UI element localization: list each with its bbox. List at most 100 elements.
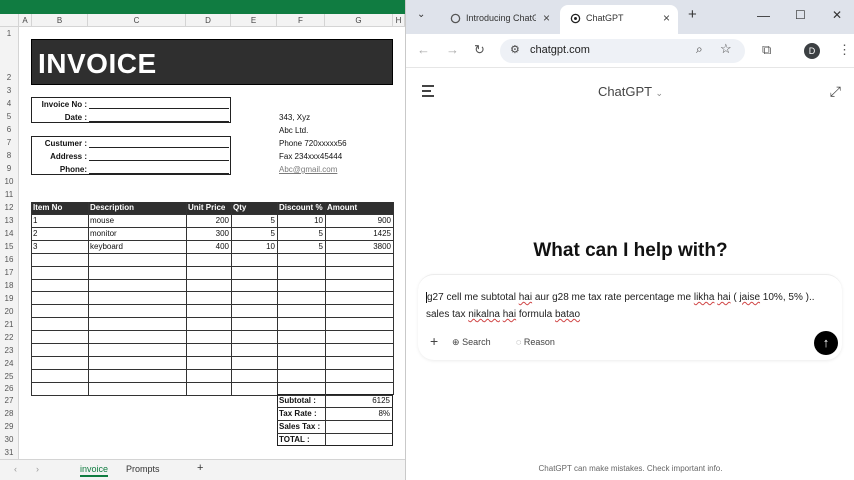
send-button[interactable]: ↑ — [814, 331, 838, 355]
column-header-b[interactable]: B — [32, 14, 88, 27]
tab-search-icon[interactable]: ⌄ — [417, 9, 425, 20]
row-header[interactable]: 31 — [0, 448, 18, 457]
column-header-a[interactable]: A — [19, 14, 32, 27]
tax-rate-value[interactable]: 8% — [325, 409, 390, 418]
select-all-corner[interactable] — [0, 14, 19, 27]
row-header[interactable]: 19 — [0, 294, 18, 303]
row-header[interactable]: 8 — [0, 151, 18, 160]
invoice-no-field[interactable] — [89, 108, 229, 109]
row-header[interactable]: 10 — [0, 177, 18, 186]
reload-icon[interactable]: ↻ — [474, 42, 485, 58]
search-button[interactable]: ⊕ Search — [452, 337, 491, 348]
new-chat-icon[interactable]: ⤢ — [830, 83, 841, 100]
row-header[interactable]: 6 — [0, 125, 18, 134]
extensions-puzzle-icon[interactable]: ⧉ — [762, 42, 771, 58]
back-arrow-icon[interactable]: ← — [417, 42, 430, 57]
attach-button[interactable]: + — [430, 333, 438, 349]
row-header[interactable]: 30 — [0, 435, 18, 444]
row-header[interactable]: 21 — [0, 320, 18, 329]
column-header-e[interactable]: E — [231, 14, 277, 27]
qty-cell[interactable]: 10 — [231, 242, 275, 251]
row-header[interactable]: 3 — [0, 86, 18, 95]
subtotal-value[interactable]: 6125 — [325, 396, 390, 405]
row-header[interactable]: 25 — [0, 372, 18, 381]
phone-field[interactable] — [89, 173, 229, 174]
column-header-g[interactable]: G — [325, 14, 393, 27]
row-header[interactable]: 14 — [0, 229, 18, 238]
description-cell[interactable]: monitor — [90, 229, 117, 238]
unit-price-cell[interactable]: 300 — [186, 229, 229, 238]
forward-arrow-icon[interactable]: → — [446, 42, 459, 57]
item-no-cell[interactable]: 1 — [33, 216, 37, 225]
row-header[interactable]: 11 — [0, 190, 18, 199]
row-header[interactable]: 26 — [0, 384, 18, 393]
reason-button[interactable]: ◌ Reason — [516, 337, 555, 347]
customer-field[interactable] — [89, 147, 229, 148]
row-header[interactable]: 4 — [0, 99, 18, 108]
description-cell[interactable]: keyboard — [90, 242, 123, 251]
close-tab-icon[interactable]: × — [663, 11, 670, 25]
row-header[interactable]: 17 — [0, 268, 18, 277]
row-header[interactable]: 28 — [0, 409, 18, 418]
discount-cell[interactable]: 10 — [277, 216, 323, 225]
chatgpt-favicon-icon — [570, 13, 581, 24]
new-tab-button[interactable]: + — [688, 6, 697, 23]
date-field[interactable] — [89, 121, 229, 122]
tab-chatgpt[interactable]: ChatGPT × — [560, 5, 678, 34]
prev-sheet-icon[interactable]: ‹ — [14, 464, 17, 474]
item-no-cell[interactable]: 3 — [33, 242, 37, 251]
row-header[interactable]: 15 — [0, 242, 18, 251]
discount-cell[interactable]: 5 — [277, 242, 323, 251]
row-header[interactable]: 16 — [0, 255, 18, 264]
column-header-f[interactable]: F — [277, 14, 325, 27]
qty-cell[interactable]: 5 — [231, 216, 275, 225]
site-info-icon[interactable]: ⚙ — [510, 43, 520, 56]
row-header[interactable]: 18 — [0, 281, 18, 290]
amount-cell[interactable]: 3800 — [325, 242, 391, 251]
maximize-button[interactable]: ☐ — [795, 8, 806, 22]
row-header[interactable]: 22 — [0, 333, 18, 342]
sheet-tab-prompts[interactable]: Prompts — [126, 464, 160, 474]
row-header[interactable]: 27 — [0, 396, 18, 405]
zoom-icon[interactable]: ⌕ — [696, 42, 703, 57]
row-header[interactable]: 5 — [0, 112, 18, 121]
minimize-button[interactable]: — — [757, 8, 770, 23]
sheet-tab-invoice[interactable]: invoice — [80, 464, 109, 477]
address-bar[interactable]: ⚙ chatgpt.com ⌕ ☆ — [500, 39, 745, 63]
amount-cell[interactable]: 1425 — [325, 229, 391, 238]
unit-price-cell[interactable]: 400 — [186, 242, 229, 251]
unit-price-cell[interactable]: 200 — [186, 216, 229, 225]
description-cell[interactable]: mouse — [90, 216, 114, 225]
discount-cell[interactable]: 5 — [277, 229, 323, 238]
column-header-h[interactable]: H — [393, 14, 405, 27]
row-header[interactable]: 9 — [0, 164, 18, 173]
row-header[interactable]: 2 — [0, 73, 18, 82]
column-header-c[interactable]: C — [88, 14, 186, 27]
next-sheet-icon[interactable]: › — [36, 464, 39, 474]
row-header[interactable]: 1 — [0, 29, 18, 38]
add-sheet-button[interactable]: + — [197, 462, 203, 474]
model-selector[interactable]: ChatGPT ⌄ — [406, 84, 854, 99]
prompt-input[interactable]: g27 cell me subtotal hai aur g28 me tax … — [426, 289, 826, 323]
row-header[interactable]: 12 — [0, 203, 18, 212]
profile-avatar[interactable]: D — [804, 43, 820, 59]
row-header[interactable]: 20 — [0, 307, 18, 316]
row-header[interactable]: 7 — [0, 138, 18, 147]
company-email-link[interactable]: Abc@gmail.com — [279, 165, 337, 174]
address-field[interactable] — [89, 160, 229, 161]
qty-cell[interactable]: 5 — [231, 229, 275, 238]
row-header[interactable]: 23 — [0, 346, 18, 355]
close-tab-icon[interactable]: × — [543, 11, 550, 25]
row-header[interactable]: 29 — [0, 422, 18, 431]
close-window-button[interactable]: ✕ — [832, 8, 842, 22]
row-header[interactable]: 13 — [0, 216, 18, 225]
amount-cell[interactable]: 900 — [325, 216, 391, 225]
worksheet[interactable]: INVOICE Invoice No : Date : Custumer : A… — [19, 27, 405, 459]
more-menu-icon[interactable]: ⋮ — [838, 42, 851, 58]
column-header-d[interactable]: D — [186, 14, 231, 27]
item-no-cell[interactable]: 2 — [33, 229, 37, 238]
row-header[interactable]: 24 — [0, 359, 18, 368]
prompt-composer[interactable]: g27 cell me subtotal hai aur g28 me tax … — [418, 274, 842, 360]
bookmark-star-icon[interactable]: ☆ — [720, 41, 732, 57]
tab-introducing-chatgpt[interactable]: Introducing ChatGPT × — [440, 5, 558, 34]
